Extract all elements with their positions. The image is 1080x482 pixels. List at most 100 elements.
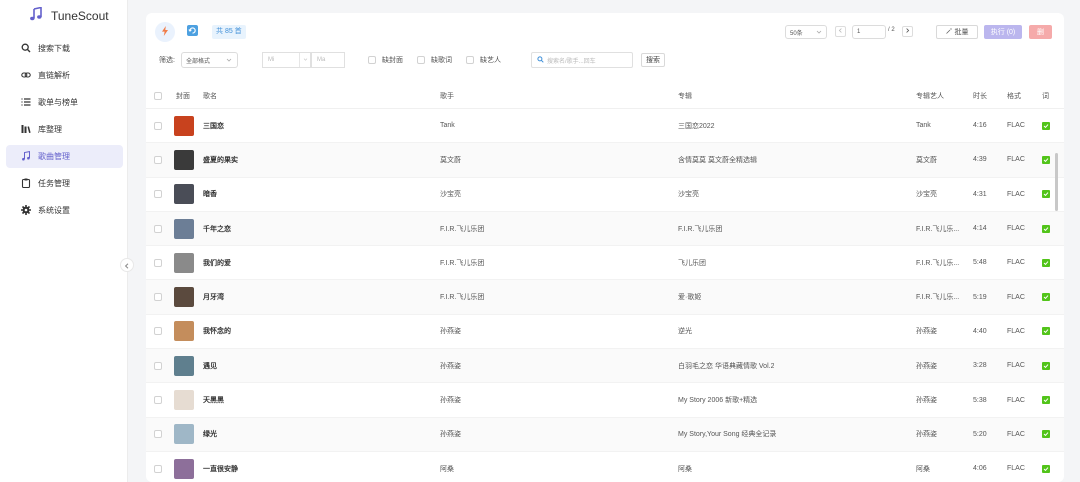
max-size-input[interactable]: Ma: [311, 52, 345, 68]
row-checkbox[interactable]: [154, 383, 162, 416]
checkbox-box[interactable]: [154, 396, 162, 405]
missing-artist-checkbox[interactable]: 缺艺人: [466, 55, 501, 65]
checkbox-box[interactable]: [154, 190, 162, 199]
album-cover-thumbnail[interactable]: [174, 424, 194, 445]
next-page-button[interactable]: [902, 26, 913, 37]
row-checkbox[interactable]: [154, 109, 162, 142]
search-input[interactable]: 搜索名/歌手...回车: [531, 52, 633, 68]
cover-cell[interactable]: [174, 383, 194, 416]
sidebar-item-song-management[interactable]: 歌曲管理: [6, 145, 123, 168]
album-cover-thumbnail[interactable]: [174, 355, 194, 376]
album-cover-thumbnail[interactable]: [174, 115, 194, 136]
cover-cell[interactable]: [174, 109, 194, 142]
cover-cell[interactable]: [174, 212, 194, 245]
cover-cell[interactable]: [174, 452, 194, 482]
table-row[interactable]: 遇见 孙燕姿 白羽毛之恋 华语典藏情歌 Vol.2 孙燕姿 3:28 FLAC: [146, 349, 1064, 384]
scan-button[interactable]: [155, 22, 175, 42]
cover-cell[interactable]: [174, 178, 194, 211]
album-cover-thumbnail[interactable]: [174, 149, 194, 170]
song-title[interactable]: 遇见: [203, 349, 217, 382]
table-row[interactable]: 暗香 沙宝亮 沙宝亮 沙宝亮 4:31 FLAC: [146, 178, 1064, 212]
sidebar-item-tasks[interactable]: 任务管理: [6, 172, 123, 195]
missing-cover-checkbox[interactable]: 缺封面: [368, 55, 403, 65]
search-button[interactable]: 搜索: [641, 53, 665, 67]
checkbox-box[interactable]: [466, 56, 474, 64]
song-title[interactable]: 我们的爱: [203, 246, 231, 279]
song-title[interactable]: 绿光: [203, 418, 217, 451]
select-all-checkbox[interactable]: [154, 83, 162, 108]
table-row[interactable]: 天黑黑 孙燕姿 My Story 2006 新歌+精选 孙燕姿 5:38 FLAC: [146, 383, 1064, 418]
checkbox-box[interactable]: [154, 464, 162, 473]
table-row[interactable]: 三国恋 Tank 三国恋2022 Tank 4:16 FLAC: [146, 109, 1064, 144]
header-title[interactable]: 歌名: [203, 83, 217, 108]
checkbox-box[interactable]: [154, 327, 162, 336]
album-cover-thumbnail[interactable]: [174, 321, 194, 342]
execute-button[interactable]: 执行 (0): [984, 25, 1022, 39]
row-checkbox[interactable]: [154, 418, 162, 451]
song-title[interactable]: 暗香: [203, 178, 217, 211]
cover-cell[interactable]: [174, 315, 194, 348]
row-checkbox[interactable]: [154, 349, 162, 382]
batch-button[interactable]: 批量: [936, 25, 978, 39]
table-scrollbar[interactable]: [1055, 153, 1058, 211]
page-size-select[interactable]: 50条: [785, 25, 827, 39]
checkbox-box[interactable]: [154, 430, 162, 439]
header-duration[interactable]: 时长: [973, 83, 987, 108]
sidebar-item-library[interactable]: 库整理: [6, 118, 123, 141]
table-row[interactable]: 我们的爱 F.I.R.飞儿乐团 飞儿乐团 F.I.R.飞儿乐... 5:48 FLAC: [146, 246, 1064, 281]
checkbox-box[interactable]: [154, 361, 162, 370]
sidebar-item-direct-link[interactable]: 直链解析: [6, 64, 123, 87]
song-title[interactable]: 千年之恋: [203, 212, 231, 245]
song-title[interactable]: 天黑黑: [203, 383, 224, 416]
checkbox-box[interactable]: [154, 91, 162, 100]
song-title[interactable]: 盛夏的果实: [203, 143, 238, 176]
table-row[interactable]: 我怀念的 孙燕姿 逆光 孙燕姿 4:40 FLAC: [146, 315, 1064, 350]
cover-cell[interactable]: [174, 280, 194, 313]
row-checkbox[interactable]: [154, 246, 162, 279]
album-cover-thumbnail[interactable]: [174, 252, 194, 273]
header-format[interactable]: 格式: [1007, 83, 1021, 108]
cover-cell[interactable]: [174, 418, 194, 451]
header-artist[interactable]: 歌手: [440, 83, 454, 108]
row-checkbox[interactable]: [154, 212, 162, 245]
table-row[interactable]: 绿光 孙燕姿 My Story,Your Song 经典全记录 孙燕姿 5:20 FLAC: [146, 417, 1064, 452]
row-checkbox[interactable]: [154, 178, 162, 211]
checkbox-box[interactable]: [154, 258, 162, 267]
song-title[interactable]: 我怀念的: [203, 315, 231, 348]
cover-cell[interactable]: [174, 246, 194, 279]
sidebar-item-search[interactable]: 搜索下载: [6, 37, 123, 60]
page-number-input[interactable]: 1: [852, 25, 886, 39]
table-row[interactable]: 千年之恋 F.I.R.飞儿乐团 F.I.R.飞儿乐团 F.I.R.飞儿乐... 4:14…: [146, 211, 1064, 247]
sidebar-item-settings[interactable]: 系统设置: [6, 199, 123, 222]
song-title[interactable]: 月牙湾: [203, 280, 224, 313]
min-size-input[interactable]: Mi: [262, 52, 311, 68]
delete-button[interactable]: 删: [1029, 25, 1052, 39]
cover-cell[interactable]: [174, 349, 194, 382]
checkbox-box[interactable]: [368, 56, 376, 64]
checkbox-box[interactable]: [154, 293, 162, 302]
refresh-button[interactable]: [182, 22, 202, 42]
album-cover-thumbnail[interactable]: [174, 287, 194, 308]
brand[interactable]: TuneScout: [29, 6, 109, 25]
row-checkbox[interactable]: [154, 280, 162, 313]
row-checkbox[interactable]: [154, 315, 162, 348]
table-row[interactable]: 盛夏的果实 莫文蔚 含情莫莫 莫文蔚全精选辑 莫文蔚 4:39 FLAC: [146, 143, 1064, 178]
header-album-artist[interactable]: 专辑艺人: [916, 83, 944, 108]
collapse-sidebar-button[interactable]: [120, 258, 134, 272]
row-checkbox[interactable]: [154, 452, 162, 482]
missing-lyrics-checkbox[interactable]: 缺歌词: [417, 55, 452, 65]
checkbox-box[interactable]: [154, 224, 162, 233]
sidebar-item-playlists[interactable]: 歌单与榜单: [6, 91, 123, 114]
prev-page-button[interactable]: [835, 26, 846, 37]
table-row[interactable]: 一直很安静 阿桑 阿桑 阿桑 4:06 FLAC: [146, 452, 1064, 482]
album-cover-thumbnail[interactable]: [174, 390, 194, 411]
song-title[interactable]: 一直很安静: [203, 452, 238, 482]
checkbox-box[interactable]: [154, 121, 162, 130]
song-title[interactable]: 三国恋: [203, 109, 224, 142]
table-row[interactable]: 月牙湾 F.I.R.飞儿乐团 爱·歌姬 F.I.R.飞儿乐... 5:19 FLAC: [146, 280, 1064, 315]
album-cover-thumbnail[interactable]: [174, 218, 194, 239]
format-select[interactable]: 全部格式: [181, 52, 238, 68]
checkbox-box[interactable]: [154, 155, 162, 164]
cover-cell[interactable]: [174, 143, 194, 176]
row-checkbox[interactable]: [154, 143, 162, 176]
